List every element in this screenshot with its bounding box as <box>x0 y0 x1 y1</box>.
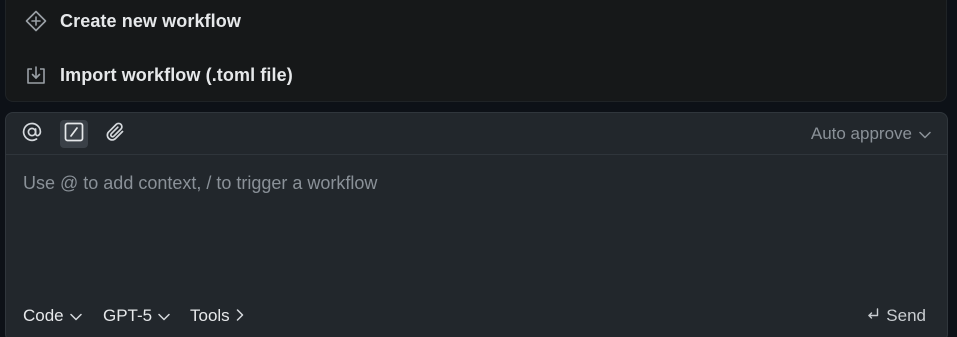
create-workflow-label: Create new workflow <box>60 10 241 31</box>
auto-approve-dropdown[interactable]: Auto approve <box>811 124 931 144</box>
send-button[interactable]: Send <box>866 306 926 326</box>
composer-toolbar: Auto approve <box>6 113 947 155</box>
slash-command-icon <box>63 121 85 148</box>
mode-selector[interactable]: Code <box>23 306 82 326</box>
mention-button[interactable] <box>18 120 46 148</box>
paperclip-icon <box>105 121 127 148</box>
chevron-down-icon <box>69 306 82 326</box>
app-root: Create new workflow Import workflow (.to… <box>0 0 957 337</box>
auto-approve-label: Auto approve <box>810 124 912 143</box>
plus-diamond-icon <box>24 9 48 33</box>
model-selector[interactable]: GPT-5 <box>103 306 170 326</box>
import-workflow-label: Import workflow (.toml file) <box>60 64 293 85</box>
import-workflow-item[interactable]: Import workflow (.toml file) <box>24 61 293 89</box>
tools-button[interactable]: Tools <box>190 306 244 326</box>
tools-label: Tools <box>190 306 230 325</box>
chat-composer: Auto approve Code GPT-5 <box>5 112 948 337</box>
workflow-menu: Create new workflow Import workflow (.to… <box>5 0 947 102</box>
workflow-button[interactable] <box>60 120 88 148</box>
chevron-down-icon <box>158 306 170 326</box>
attach-button[interactable] <box>102 120 130 148</box>
enter-key-icon <box>866 306 880 326</box>
message-input[interactable] <box>23 173 923 283</box>
at-icon <box>21 121 43 148</box>
message-input-area <box>6 155 947 295</box>
chevron-down-icon <box>919 124 931 144</box>
model-label: GPT-5 <box>103 306 153 325</box>
import-icon <box>24 63 48 87</box>
mode-label: Code <box>23 306 64 325</box>
chevron-right-icon <box>236 306 244 326</box>
send-label: Send <box>886 306 926 325</box>
create-workflow-item[interactable]: Create new workflow <box>24 7 241 35</box>
composer-footer: Code GPT-5 Tools Send <box>6 306 947 332</box>
